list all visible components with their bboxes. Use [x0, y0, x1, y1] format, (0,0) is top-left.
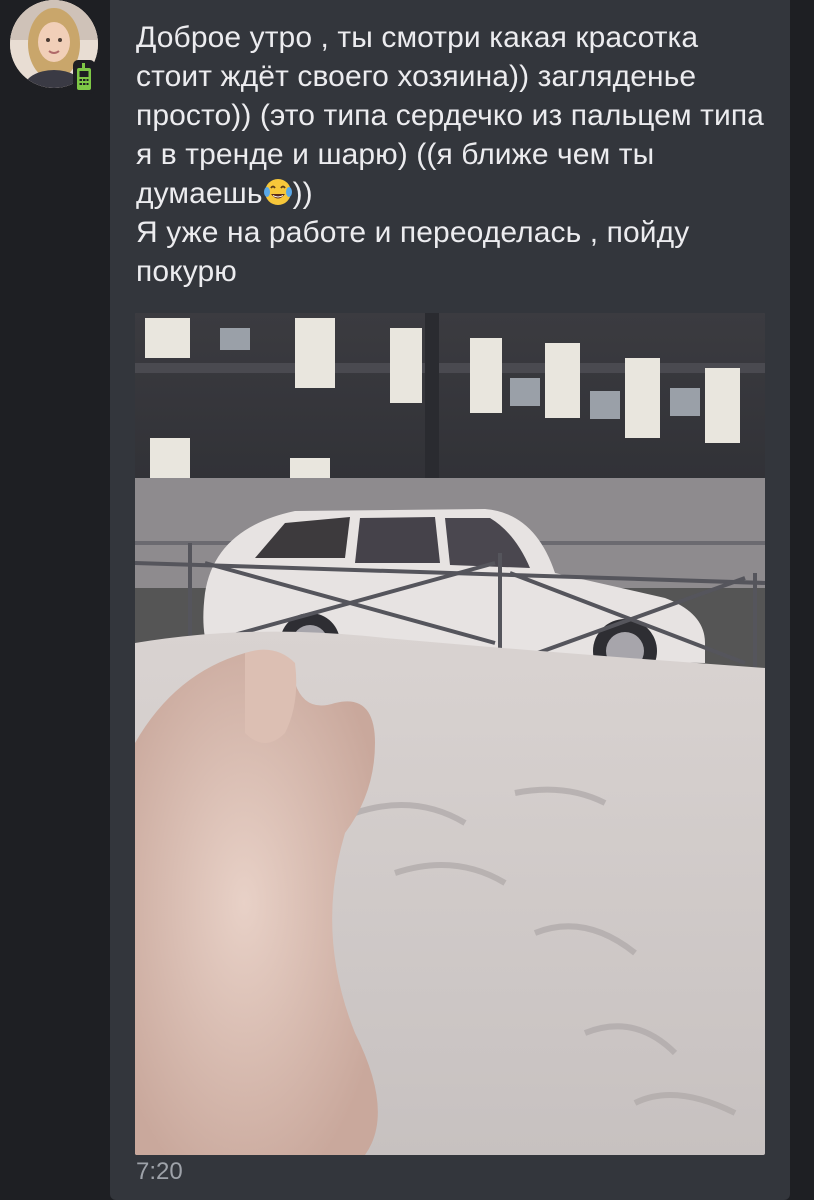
chat-screen: Доброе утро , ты смотри какая красотка с…	[0, 0, 814, 1200]
attached-photo[interactable]	[135, 313, 765, 1155]
photo-content	[135, 313, 765, 1155]
mobile-online-badge	[73, 60, 95, 94]
message-text: Доброе утро , ты смотри какая красотка с…	[136, 18, 776, 291]
message-time: 7:20	[136, 1158, 183, 1185]
message-text-line1: Доброе утро , ты смотри какая красотка с…	[136, 21, 764, 210]
message-text-line2: Я уже на работе и переоделась , пойду по…	[136, 216, 690, 288]
mobile-online-icon	[77, 63, 91, 90]
message-text-line1-end: ))	[292, 177, 313, 210]
tears-of-joy-emoji-icon	[263, 179, 292, 205]
message-bubble[interactable]: Доброе утро , ты смотри какая красотка с…	[110, 0, 790, 1200]
